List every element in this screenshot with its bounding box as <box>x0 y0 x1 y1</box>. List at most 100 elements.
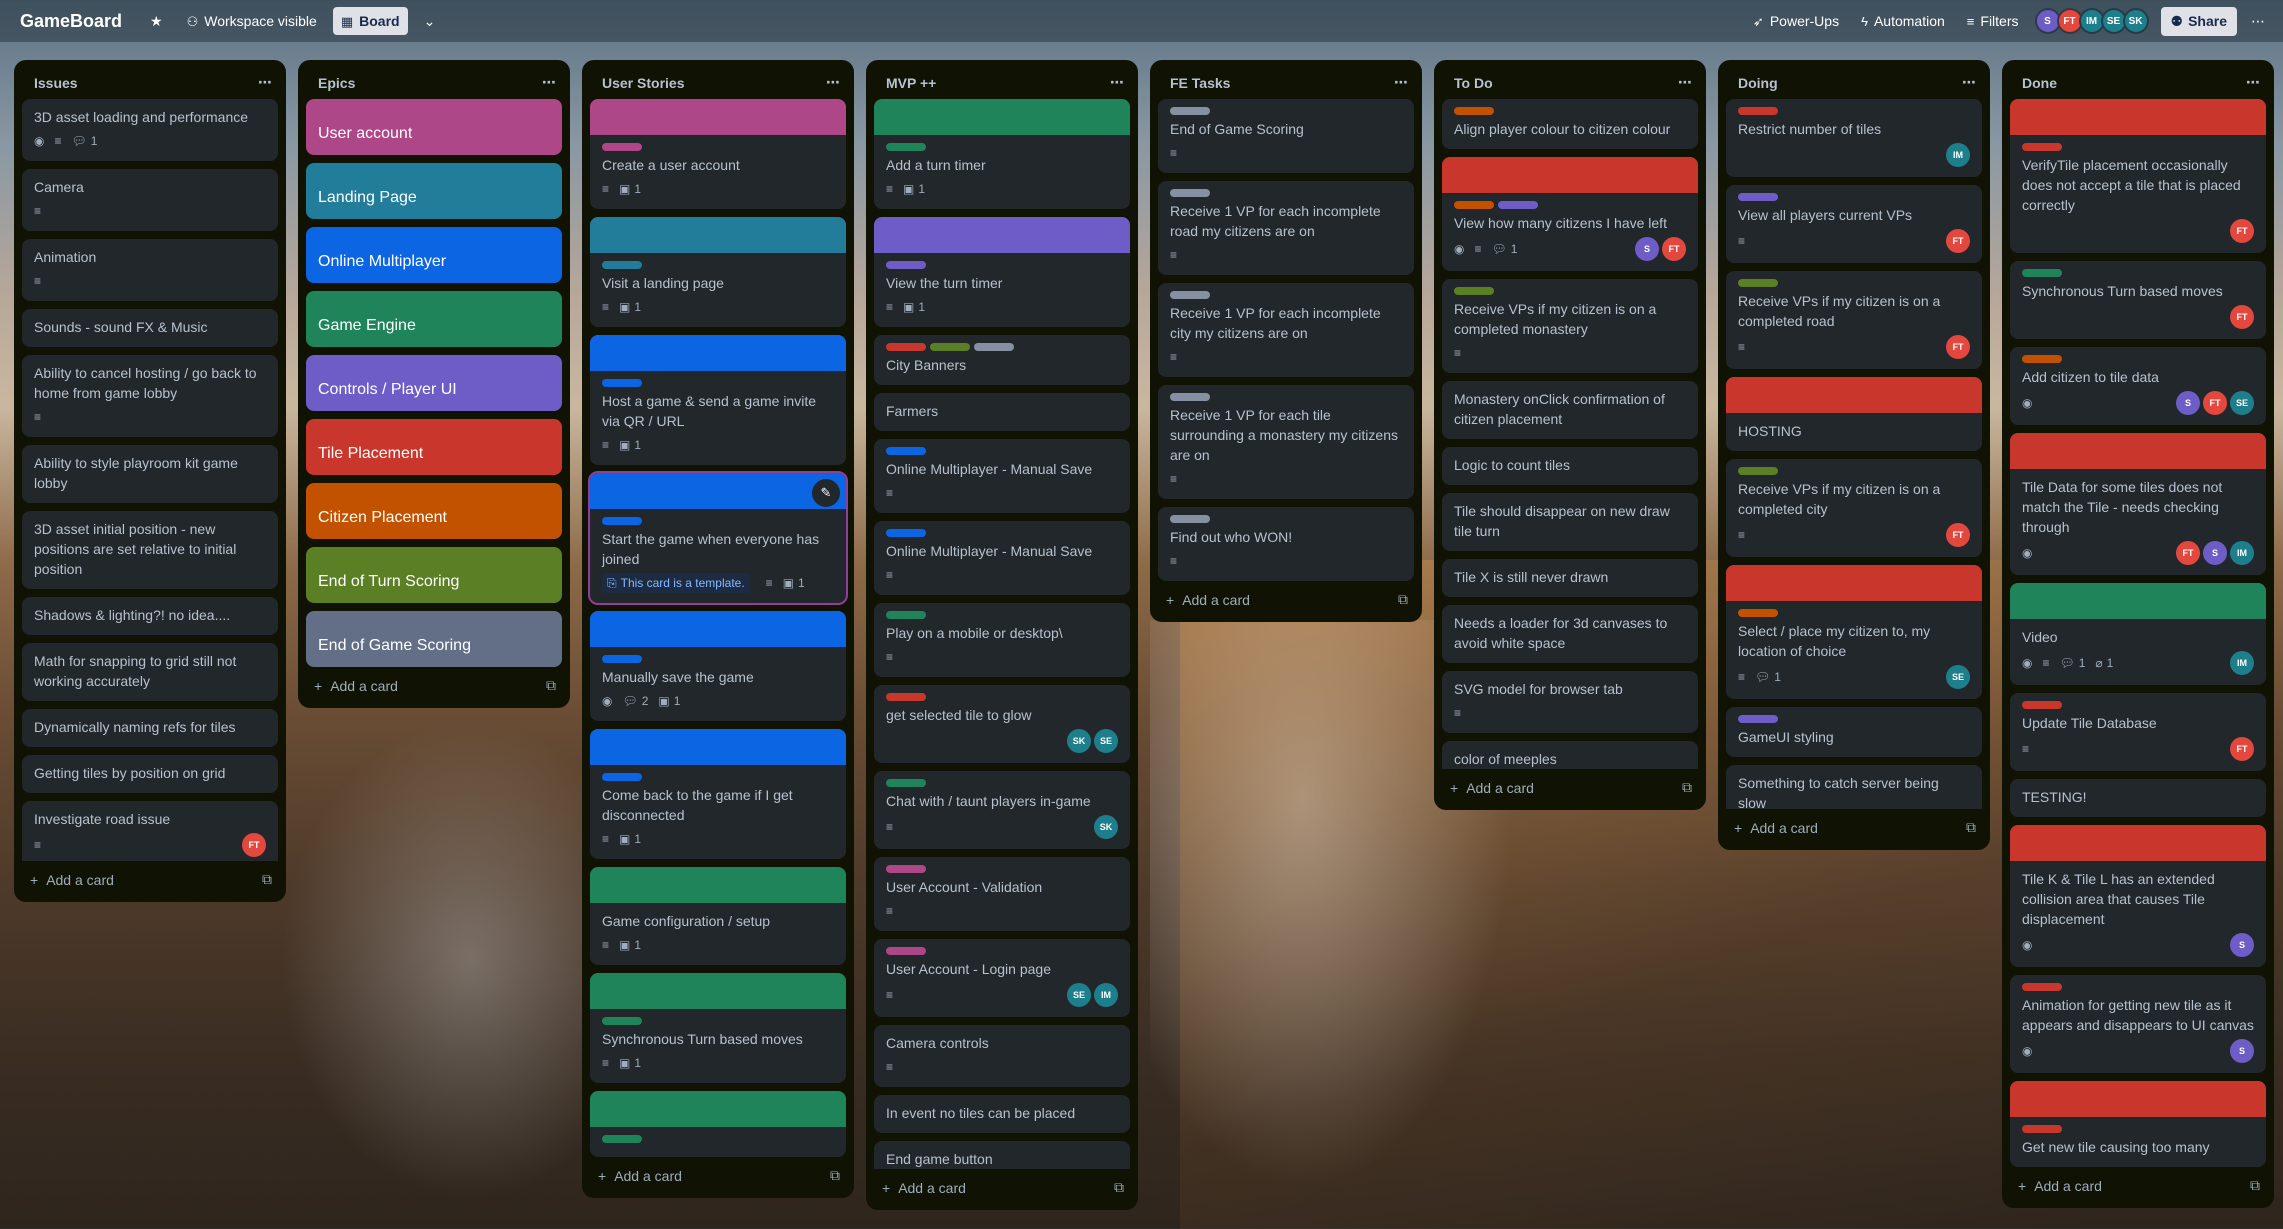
card-label[interactable] <box>602 655 642 663</box>
card-label[interactable] <box>602 379 642 387</box>
card[interactable]: SVG model for browser tab ≡ <box>1442 671 1698 733</box>
card[interactable]: Receive VPs if my citizen is on a comple… <box>1726 459 1982 557</box>
edit-pencil-icon[interactable]: ✎ <box>812 479 840 507</box>
card[interactable]: Visit a landing page ≡ ▣ 1 <box>590 217 846 327</box>
member-avatar[interactable]: S <box>2230 933 2254 957</box>
create-from-template-icon[interactable]: ⧉ <box>262 871 272 888</box>
card[interactable]: Restrict number of tiles IM <box>1726 99 1982 177</box>
card-label[interactable] <box>2022 1125 2062 1133</box>
card[interactable]: View how many citizens I have left ◉ ≡ 💬︎ 1 S… <box>1442 157 1698 271</box>
member-avatar[interactable]: SK <box>1094 815 1118 839</box>
add-card-button[interactable]: + Add a card <box>30 872 114 888</box>
card-label[interactable] <box>1738 107 1778 115</box>
member-avatar[interactable]: SE <box>1946 665 1970 689</box>
card[interactable]: View all players current VPs ≡ FT <box>1726 185 1982 263</box>
list-menu-icon[interactable]: ⋯ <box>1678 74 1692 91</box>
add-card-button[interactable]: + Add a card <box>882 1180 966 1196</box>
card[interactable]: Online Multiplayer - Manual Save ≡ <box>874 439 1130 513</box>
card[interactable]: Synchronous Turn based moves FT <box>2010 261 2266 339</box>
card[interactable]: Tile X is still never drawn <box>1442 559 1698 597</box>
member-avatar[interactable]: IM <box>2230 651 2254 675</box>
card[interactable]: User Account - Login page ≡ SE IM <box>874 939 1130 1017</box>
add-card-button[interactable]: + Add a card <box>314 678 398 694</box>
card[interactable]: Camera controls ≡ <box>874 1025 1130 1087</box>
more-menu-icon[interactable]: ⋯ <box>2243 7 2273 36</box>
add-card-button[interactable]: + Add a card <box>2018 1178 2102 1194</box>
card-label[interactable] <box>1170 291 1210 299</box>
card[interactable]: Getting tiles by position on grid <box>22 755 278 793</box>
card-label[interactable] <box>886 261 926 269</box>
card-label[interactable] <box>886 693 926 701</box>
visibility-button[interactable]: ⚇ Workspace visible <box>179 7 325 35</box>
create-from-template-icon[interactable]: ⧉ <box>1966 819 1976 836</box>
member-avatar[interactable]: FT <box>2203 391 2227 415</box>
card[interactable]: HOSTING <box>1726 377 1982 451</box>
card[interactable]: Receive VPs if my citizen is on a comple… <box>1726 271 1982 369</box>
add-card-button[interactable]: + Add a card <box>1734 820 1818 836</box>
card[interactable]: Ability to cancel hosting / go back to h… <box>22 355 278 437</box>
card[interactable] <box>590 1091 846 1157</box>
card[interactable]: Chat with / taunt players in-game ≡ SK <box>874 771 1130 849</box>
card-label[interactable] <box>602 773 642 781</box>
card[interactable]: color of meeples <box>1442 741 1698 769</box>
list-title[interactable]: Epics <box>318 75 355 91</box>
list-menu-icon[interactable]: ⋯ <box>542 74 556 91</box>
card-label[interactable] <box>1498 201 1538 209</box>
card[interactable]: Update Tile Database ≡ FT <box>2010 693 2266 771</box>
epic-card[interactable]: Online Multiplayer <box>306 227 562 283</box>
epic-card[interactable]: Tile Placement <box>306 419 562 475</box>
card-label[interactable] <box>886 611 926 619</box>
card-label[interactable] <box>1738 609 1778 617</box>
epic-card[interactable]: End of Turn Scoring <box>306 547 562 603</box>
card[interactable]: Monastery onClick confirmation of citize… <box>1442 381 1698 439</box>
create-from-template-icon[interactable]: ⧉ <box>1114 1179 1124 1196</box>
card-label[interactable] <box>1454 201 1494 209</box>
card[interactable]: Needs a loader for 3d canvases to avoid … <box>1442 605 1698 663</box>
board-title[interactable]: GameBoard <box>20 11 122 32</box>
list-menu-icon[interactable]: ⋯ <box>826 74 840 91</box>
card[interactable]: Ability to style playroom kit game lobby <box>22 445 278 503</box>
list-title[interactable]: Done <box>2022 75 2057 91</box>
card-label[interactable] <box>1738 715 1778 723</box>
card-label[interactable] <box>1738 193 1778 201</box>
member-avatar[interactable]: FT <box>2176 541 2200 565</box>
list-menu-icon[interactable]: ⋯ <box>1962 74 1976 91</box>
card[interactable]: Game configuration / setup ≡ ▣ 1 <box>590 867 846 965</box>
card-label[interactable] <box>886 779 926 787</box>
card-label[interactable] <box>886 947 926 955</box>
card-label[interactable] <box>602 517 642 525</box>
create-from-template-icon[interactable]: ⧉ <box>2250 1177 2260 1194</box>
list-menu-icon[interactable]: ⋯ <box>2246 74 2260 91</box>
card-label[interactable] <box>886 343 926 351</box>
card[interactable]: City Banners <box>874 335 1130 385</box>
list-title[interactable]: MVP ++ <box>886 75 936 91</box>
list-title[interactable]: FE Tasks <box>1170 75 1230 91</box>
card-label[interactable] <box>1738 279 1778 287</box>
card-label[interactable] <box>886 865 926 873</box>
card[interactable]: Logic to count tiles <box>1442 447 1698 485</box>
member-avatar[interactable]: SK <box>2122 8 2149 34</box>
star-icon[interactable]: ★ <box>142 7 171 36</box>
member-avatar[interactable]: SE <box>2230 391 2254 415</box>
card[interactable]: Select / place my citizen to, my locatio… <box>1726 565 1982 699</box>
card[interactable]: 3D asset loading and performance ◉ ≡ 💬︎ 1 <box>22 99 278 161</box>
member-avatar[interactable]: S <box>2176 391 2200 415</box>
list-menu-icon[interactable]: ⋯ <box>1110 74 1124 91</box>
member-avatar[interactable]: FT <box>1946 335 1970 359</box>
list-menu-icon[interactable]: ⋯ <box>258 74 272 91</box>
card[interactable]: Synchronous Turn based moves ≡ ▣ 1 <box>590 973 846 1083</box>
card[interactable]: Dynamically naming refs for tiles <box>22 709 278 747</box>
card[interactable]: Shadows & lighting?! no idea.... <box>22 597 278 635</box>
epic-card[interactable]: User account <box>306 99 562 155</box>
card-label[interactable] <box>1170 189 1210 197</box>
card[interactable]: Host a game & send a game invite via QR … <box>590 335 846 465</box>
card[interactable]: 3D asset initial position - new position… <box>22 511 278 589</box>
card[interactable]: TESTING! <box>2010 779 2266 817</box>
card[interactable]: Get new tile causing too many <box>2010 1081 2266 1167</box>
member-avatar[interactable]: S <box>2230 1039 2254 1063</box>
card[interactable]: Align player colour to citizen colour <box>1442 99 1698 149</box>
member-avatar[interactable]: FT <box>1946 523 1970 547</box>
member-avatar[interactable]: IM <box>1946 143 1970 167</box>
chevron-down-icon[interactable]: ⌄ <box>416 7 444 36</box>
card[interactable]: Come back to the game if I get disconnec… <box>590 729 846 859</box>
